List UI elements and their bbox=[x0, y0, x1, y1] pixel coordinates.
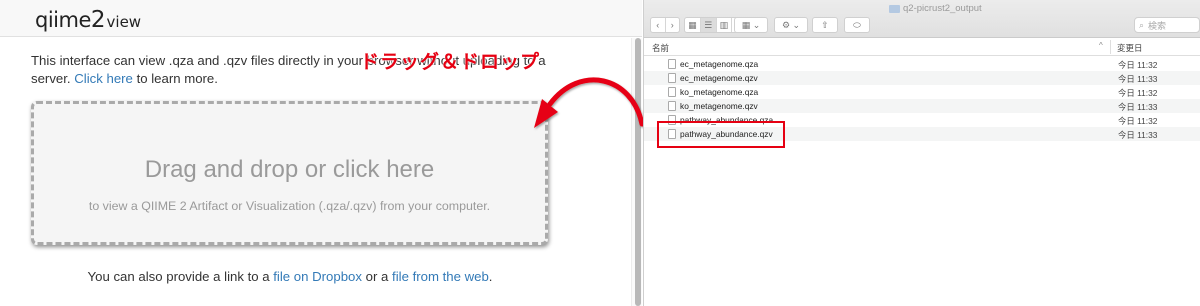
logo-number: 2 bbox=[90, 7, 106, 33]
tags-button[interactable]: ⬭ bbox=[844, 17, 870, 33]
window-title-text: q2-picrust2_output bbox=[903, 3, 982, 14]
bottom-part3: . bbox=[488, 269, 493, 284]
column-header-date[interactable]: 変更日 bbox=[1117, 42, 1143, 54]
finder-window: q2-picrust2_output ‹ › ▦ ☰ ▥ ▭ ▦ ⌄ ⚙ ⌄ ⇧… bbox=[643, 0, 1200, 306]
folder-icon bbox=[889, 4, 900, 13]
file-name: ec_metagenome.qzv bbox=[680, 73, 758, 83]
document-icon bbox=[668, 73, 676, 83]
file-row[interactable]: ko_metagenome.qzv 今日 11:33 bbox=[644, 99, 1200, 113]
logo-text: qiime bbox=[35, 8, 91, 32]
share-button[interactable]: ⇧ bbox=[812, 17, 838, 33]
document-icon bbox=[668, 59, 676, 69]
bottom-part1: You can also provide a link to a bbox=[87, 269, 270, 284]
logo-suffix: view bbox=[106, 13, 142, 31]
file-date: 今日 11:32 bbox=[1118, 60, 1158, 70]
forward-icon[interactable]: › bbox=[666, 18, 680, 32]
file-date: 今日 11:32 bbox=[1118, 116, 1158, 126]
file-row[interactable]: ec_metagenome.qzv 今日 11:33 bbox=[644, 71, 1200, 85]
search-field[interactable]: ⌕ 検索 bbox=[1134, 17, 1200, 33]
document-icon bbox=[668, 101, 676, 111]
list-view-icon[interactable]: ☰ bbox=[700, 18, 717, 32]
sort-chevron-icon: ^ bbox=[1099, 41, 1103, 50]
back-icon[interactable]: ‹ bbox=[651, 18, 666, 32]
share-icon: ⇧ bbox=[821, 19, 829, 30]
finder-toolbar: q2-picrust2_output ‹ › ▦ ☰ ▥ ▭ ▦ ⌄ ⚙ ⌄ ⇧… bbox=[644, 0, 1200, 38]
intro-part3: to learn more. bbox=[136, 71, 218, 86]
search-placeholder: 検索 bbox=[1148, 20, 1167, 31]
curved-arrow-icon bbox=[534, 77, 645, 128]
action-menu-button[interactable]: ⚙ ⌄ bbox=[774, 17, 808, 33]
link-options-text: You can also provide a link to a file on… bbox=[0, 269, 580, 284]
file-date: 今日 11:33 bbox=[1118, 74, 1158, 84]
column-header-name[interactable]: 名前 bbox=[652, 42, 669, 54]
file-name: ec_metagenome.qza bbox=[680, 59, 759, 69]
file-name: ko_metagenome.qzv bbox=[680, 101, 758, 111]
document-icon bbox=[668, 87, 676, 97]
navbar: qiime 2 view bbox=[0, 0, 642, 37]
group-icon: ▦ ⌄ bbox=[741, 19, 761, 30]
qiime2-view-page: qiime 2 view This interface can view .qz… bbox=[0, 0, 642, 306]
file-date: 今日 11:33 bbox=[1118, 130, 1158, 140]
web-file-link[interactable]: file from the web bbox=[392, 269, 489, 284]
tag-icon: ⬭ bbox=[853, 19, 861, 30]
drop-zone-title: Drag and drop or click here bbox=[144, 156, 435, 183]
search-icon: ⌕ bbox=[1139, 19, 1145, 30]
icon-view-icon[interactable]: ▦ bbox=[685, 18, 701, 32]
qiime2-view-logo[interactable]: qiime 2 view bbox=[35, 6, 141, 32]
file-date: 今日 11:32 bbox=[1118, 88, 1158, 98]
dropbox-link[interactable]: file on Dropbox bbox=[273, 269, 362, 284]
group-by-button[interactable]: ▦ ⌄ bbox=[734, 17, 768, 33]
highlight-box bbox=[657, 121, 785, 148]
learn-more-link[interactable]: Click here bbox=[74, 71, 133, 86]
back-forward-buttons[interactable]: ‹ › bbox=[650, 17, 680, 33]
file-row[interactable]: ko_metagenome.qza 今日 11:32 bbox=[644, 85, 1200, 99]
list-header: 名前 ^ 変更日 bbox=[644, 38, 1200, 56]
window-title: q2-picrust2_output bbox=[889, 3, 982, 14]
drop-zone-subtitle: to view a QIIME 2 Artifact or Visualizat… bbox=[88, 199, 491, 213]
file-date: 今日 11:33 bbox=[1118, 102, 1158, 112]
bottom-part2: or a bbox=[365, 269, 389, 284]
file-name: ko_metagenome.qza bbox=[680, 87, 759, 97]
file-row[interactable]: ec_metagenome.qza 今日 11:32 bbox=[644, 57, 1200, 71]
column-view-icon[interactable]: ▥ bbox=[717, 18, 733, 32]
file-list: ec_metagenome.qza 今日 11:32 ec_metagenome… bbox=[644, 57, 1200, 306]
file-drop-zone[interactable]: Drag and drop or click here to view a QI… bbox=[31, 101, 548, 245]
intro-part2: server. bbox=[31, 71, 71, 86]
gear-icon: ⚙ ⌄ bbox=[781, 19, 801, 30]
column-divider[interactable] bbox=[1110, 40, 1111, 54]
drag-and-drop-annotation: ドラッグ＆ドロップ bbox=[360, 51, 541, 73]
